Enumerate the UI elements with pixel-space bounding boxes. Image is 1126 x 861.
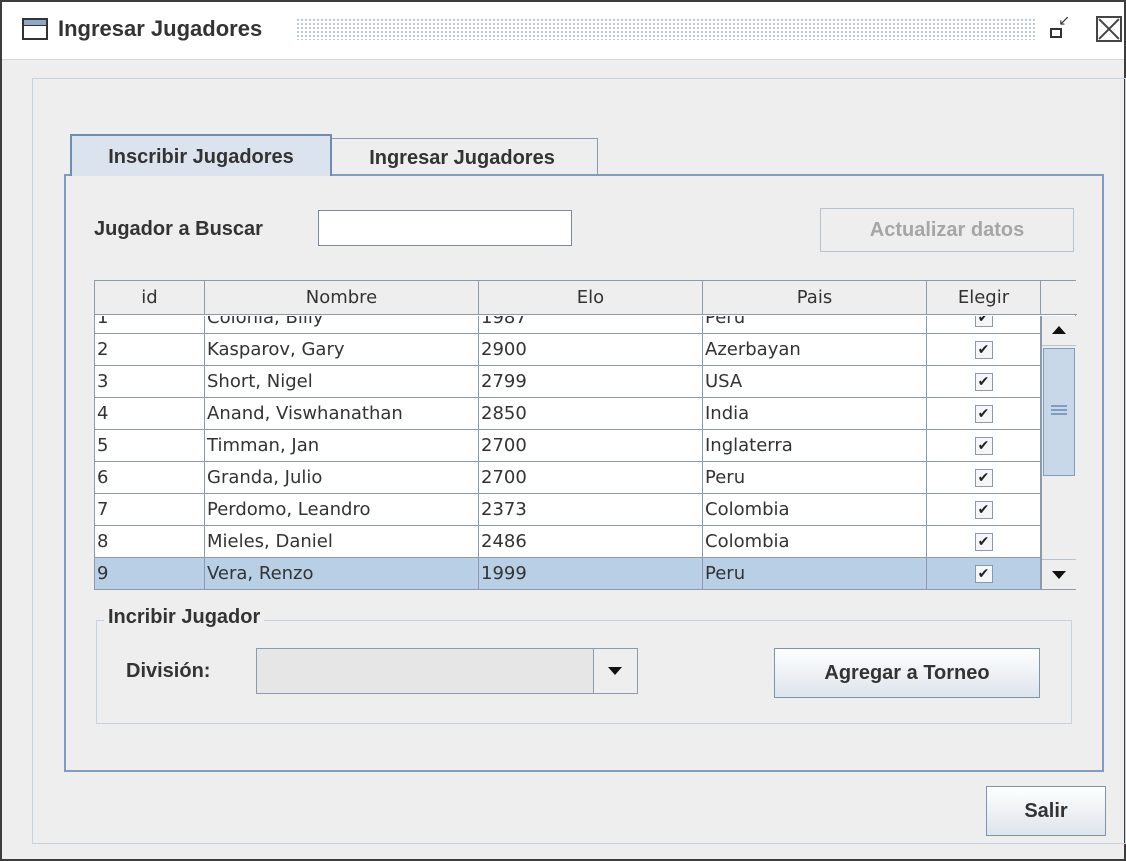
cell-id[interactable]: 1 [95, 316, 205, 334]
cell-id[interactable]: 8 [95, 526, 205, 558]
window-icon [22, 18, 48, 40]
cell-elegir: ✔ [927, 462, 1041, 494]
cell-elo[interactable]: 2900 [479, 334, 703, 366]
division-dropdown-button[interactable] [593, 649, 637, 693]
tab-inscribir-jugadores[interactable]: Inscribir Jugadores [70, 134, 332, 176]
grip-icon [1051, 405, 1067, 415]
cell-pais[interactable]: Colombia [703, 526, 927, 558]
search-input[interactable] [318, 210, 572, 246]
restore-square [1050, 28, 1062, 38]
vertical-scrollbar[interactable] [1041, 316, 1076, 589]
cell-elo[interactable]: 1999 [479, 558, 703, 589]
table-header: id Nombre Elo Pais Elegir [95, 281, 1041, 315]
cell-id[interactable]: 9 [95, 558, 205, 589]
cell-elo[interactable]: 2486 [479, 526, 703, 558]
cell-elo[interactable]: 1987 [479, 316, 703, 334]
cell-nombre[interactable]: Kasparov, Gary [205, 334, 479, 366]
cell-pais[interactable]: Inglaterra [703, 430, 927, 462]
exit-button[interactable]: Salir [986, 786, 1106, 836]
update-data-button[interactable]: Actualizar datos [820, 208, 1074, 252]
window-title: Ingresar Jugadores [58, 16, 263, 41]
cell-id[interactable]: 6 [95, 462, 205, 494]
cell-id[interactable]: 7 [95, 494, 205, 526]
elegir-checkbox[interactable]: ✔ [974, 501, 993, 519]
table-row[interactable]: 1 Colonia, Billy 1987 Peru ✔ [95, 316, 1041, 334]
table-row[interactable]: 3 Short, Nigel 2799 USA ✔ [95, 366, 1041, 398]
column-header-elegir[interactable]: Elegir [927, 281, 1041, 315]
elegir-checkbox[interactable]: ✔ [974, 341, 993, 359]
cell-elo[interactable]: 2799 [479, 366, 703, 398]
column-header-pais[interactable]: Pais [703, 281, 927, 315]
cell-nombre[interactable]: Vera, Renzo [205, 558, 479, 589]
cell-id[interactable]: 3 [95, 366, 205, 398]
cell-pais[interactable]: Azerbayan [703, 334, 927, 366]
cell-nombre[interactable]: Colonia, Billy [205, 316, 479, 334]
cell-id[interactable]: 5 [95, 430, 205, 462]
elegir-checkbox[interactable]: ✔ [974, 316, 993, 327]
close-icon[interactable] [1096, 16, 1122, 42]
cell-elegir: ✔ [927, 398, 1041, 430]
column-header-nombre[interactable]: Nombre [205, 281, 479, 315]
table-rows: 1 Colonia, Billy 1987 Peru ✔ 2 Kasparov, Gary 2… [95, 316, 1041, 589]
restore-icon[interactable]: ↙ [1048, 14, 1070, 40]
scroll-down-button[interactable] [1042, 559, 1076, 589]
cell-elegir: ✔ [927, 366, 1041, 398]
cell-elo[interactable]: 2700 [479, 462, 703, 494]
cell-elegir: ✔ [927, 526, 1041, 558]
table-row[interactable]: 9 Vera, Renzo 1999 Peru ✔ [95, 558, 1041, 589]
table-row[interactable]: 7 Perdomo, Leandro 2373 Colombia ✔ [95, 494, 1041, 526]
cell-id[interactable]: 4 [95, 398, 205, 430]
elegir-checkbox[interactable]: ✔ [974, 437, 993, 455]
cell-elegir: ✔ [927, 430, 1041, 462]
table-row[interactable]: 8 Mieles, Daniel 2486 Colombia ✔ [95, 526, 1041, 558]
elegir-checkbox[interactable]: ✔ [974, 533, 993, 551]
add-to-tournament-button[interactable]: Agregar a Torneo [774, 648, 1040, 698]
arrow-down-icon [1052, 571, 1066, 579]
cell-elo[interactable]: 2700 [479, 430, 703, 462]
cell-nombre[interactable]: Perdomo, Leandro [205, 494, 479, 526]
cell-pais[interactable]: Peru [703, 316, 927, 334]
cell-id[interactable]: 2 [95, 334, 205, 366]
cell-elegir: ✔ [927, 558, 1041, 589]
players-table: id Nombre Elo Pais Elegir 1 Colonia, Bill… [94, 280, 1077, 590]
table-row[interactable]: 2 Kasparov, Gary 2900 Azerbayan ✔ [95, 334, 1041, 366]
table-corner [1041, 281, 1077, 315]
cell-pais[interactable]: Colombia [703, 494, 927, 526]
search-label: Jugador a Buscar [94, 218, 263, 240]
scroll-thumb[interactable] [1043, 348, 1075, 476]
division-select[interactable] [256, 648, 638, 694]
column-header-elo[interactable]: Elo [479, 281, 703, 315]
table-body: 1 Colonia, Billy 1987 Peru ✔ 2 Kasparov, Gary 2… [95, 316, 1041, 589]
table-row[interactable]: 4 Anand, Viswhanathan 2850 India ✔ [95, 398, 1041, 430]
cell-elegir: ✔ [927, 494, 1041, 526]
arrow-up-icon [1052, 326, 1066, 334]
cell-pais[interactable]: USA [703, 366, 927, 398]
cell-pais[interactable]: Peru [703, 462, 927, 494]
chevron-down-icon [608, 667, 622, 675]
cell-nombre[interactable]: Granda, Julio [205, 462, 479, 494]
table-row[interactable]: 6 Granda, Julio 2700 Peru ✔ [95, 462, 1041, 494]
scroll-up-button[interactable] [1042, 316, 1076, 346]
cell-nombre[interactable]: Timman, Jan [205, 430, 479, 462]
group-title: Incribir Jugador [104, 606, 265, 629]
elegir-checkbox[interactable]: ✔ [974, 469, 993, 487]
restore-arrow: ↙ [1058, 13, 1070, 29]
cell-pais[interactable]: Peru [703, 558, 927, 589]
cell-nombre[interactable]: Short, Nigel [205, 366, 479, 398]
division-label: División: [126, 660, 211, 682]
cell-elegir: ✔ [927, 334, 1041, 366]
cell-elo[interactable]: 2373 [479, 494, 703, 526]
cell-nombre[interactable]: Anand, Viswhanathan [205, 398, 479, 430]
title-bar[interactable]: Ingresar Jugadores ↙ [2, 2, 1124, 60]
cell-pais[interactable]: India [703, 398, 927, 430]
cell-nombre[interactable]: Mieles, Daniel [205, 526, 479, 558]
title-bar-grip [296, 18, 1036, 40]
cell-elo[interactable]: 2850 [479, 398, 703, 430]
elegir-checkbox[interactable]: ✔ [974, 405, 993, 423]
table-row[interactable]: 5 Timman, Jan 2700 Inglaterra ✔ [95, 430, 1041, 462]
elegir-checkbox[interactable]: ✔ [974, 565, 993, 583]
column-header-id[interactable]: id [95, 281, 205, 315]
elegir-checkbox[interactable]: ✔ [974, 373, 993, 391]
cell-elegir: ✔ [927, 316, 1041, 334]
